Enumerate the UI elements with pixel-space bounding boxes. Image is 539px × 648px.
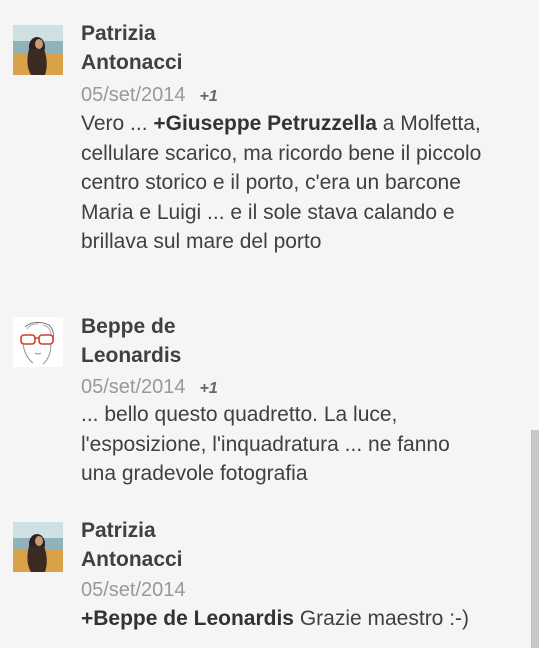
comment-meta: 05/set/2014 +1: [81, 82, 218, 110]
comment-item: Patrizia Antonacci 05/set/2014 +Beppe de…: [0, 510, 520, 648]
mention-link[interactable]: +Beppe de Leonardis: [81, 607, 294, 630]
author-last-name: Antonacci: [81, 548, 183, 571]
comment-date[interactable]: 05/set/2014: [81, 579, 186, 601]
author-last-name: Leonardis: [81, 344, 182, 367]
avatar[interactable]: [13, 317, 63, 367]
comment-text: +Beppe de Leonardis Grazie maestro :-): [81, 604, 491, 634]
comment-text: Vero ... +Giuseppe Petruzzella a Molfett…: [81, 109, 501, 257]
comment-item: Beppe de Leonardis 05/set/2014 +1 ... bel…: [0, 300, 520, 510]
author-first-name: Patrizia: [81, 519, 156, 542]
comment-author[interactable]: Patrizia Antonacci: [81, 516, 281, 574]
plus-one-button[interactable]: +1: [200, 88, 218, 105]
avatar[interactable]: [13, 25, 63, 75]
comment-text-rest: Grazie maestro :-): [293, 607, 470, 630]
comment-meta: 05/set/2014: [81, 577, 186, 603]
mention-link[interactable]: +Giuseppe Petruzzella: [153, 112, 377, 135]
comment-date[interactable]: 05/set/2014: [81, 84, 186, 106]
user-sketch-icon: [13, 317, 63, 367]
user-photo-icon: [13, 522, 63, 572]
comment-text: ... bello questo quadretto. La luce, l'e…: [81, 403, 450, 485]
avatar[interactable]: [13, 522, 63, 572]
comment-date[interactable]: 05/set/2014: [81, 376, 186, 398]
author-last-name: Antonacci: [81, 51, 183, 74]
comment-author[interactable]: Beppe de Leonardis: [81, 312, 281, 370]
plus-one-button[interactable]: +1: [200, 380, 218, 397]
comment-author[interactable]: Patrizia Antonacci: [81, 19, 281, 77]
comment-text-start: Vero ...: [81, 112, 154, 135]
author-first-name: Patrizia: [81, 22, 156, 45]
comment-meta: 05/set/2014 +1: [81, 374, 218, 402]
user-photo-icon: [13, 25, 63, 75]
comment-item: Patrizia Antonacci 05/set/2014 +1 Vero ..…: [0, 0, 520, 300]
author-first-name: Beppe de: [81, 315, 176, 338]
scrollbar[interactable]: [531, 430, 539, 648]
